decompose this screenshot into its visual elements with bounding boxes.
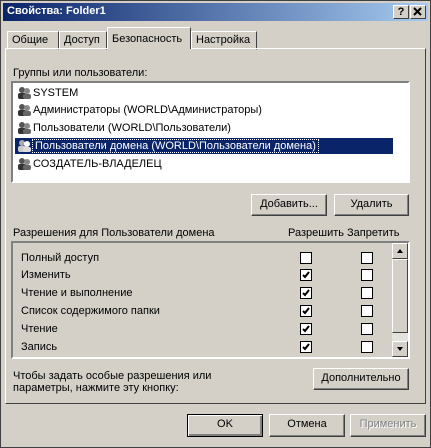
scrollbar[interactable] (392, 243, 408, 357)
deny-checkbox[interactable] (361, 269, 373, 281)
groups-label-text: Группы или пользователи: (13, 67, 148, 79)
scroll-down-button[interactable] (392, 341, 408, 357)
scroll-thumb[interactable] (392, 259, 408, 333)
perm-full-control: Полный доступ (21, 252, 100, 264)
allow-header: Разрешить (288, 227, 344, 239)
tab-sharing-label: Доступ (64, 34, 100, 46)
deny-checkbox[interactable] (361, 305, 373, 317)
deny-checkbox[interactable] (361, 341, 373, 353)
list-item[interactable]: Пользователи (WORLD\Пользователи) (17, 120, 391, 136)
check-icon (302, 307, 310, 315)
groups-label: Группы или пользователи: (13, 67, 147, 79)
arrow-down-icon (397, 347, 403, 351)
group-icon (17, 157, 31, 171)
arrow-up-icon (397, 249, 403, 253)
deny-header: Запретить (347, 227, 400, 239)
user-name: Пользователи домена (WORLD\Пользователи … (32, 139, 319, 153)
group-icon (17, 86, 31, 100)
perm-list-folder: Список содержимого папки (21, 305, 160, 317)
group-icon (17, 121, 31, 135)
deny-checkbox[interactable] (361, 287, 373, 299)
scroll-up-button[interactable] (392, 243, 408, 259)
permissions-list[interactable]: Полный доступ Изменить Чтение и выполнен… (11, 241, 410, 359)
tab-customize-label: Настройка (196, 34, 251, 46)
user-name: Пользователи (WORLD\Пользователи) (33, 122, 231, 134)
remove-button[interactable]: Удалить (334, 194, 409, 216)
deny-checkbox[interactable] (361, 252, 373, 264)
help-button[interactable]: ? (393, 5, 409, 19)
check-icon (302, 289, 310, 297)
close-icon (413, 7, 422, 16)
tab-general-label: Общие (12, 34, 49, 46)
list-item-selected[interactable]: Пользователи домена (WORLD\Пользователи … (15, 138, 393, 154)
group-icon (17, 103, 31, 117)
list-item[interactable]: SYSTEM (17, 85, 391, 101)
user-name: SYSTEM (33, 87, 79, 99)
title-bar[interactable]: Свойства: Folder1 ? (3, 3, 428, 21)
check-icon (302, 343, 310, 351)
perm-write: Запись (21, 341, 58, 353)
deny-checkbox[interactable] (361, 323, 373, 335)
close-button[interactable] (410, 5, 426, 19)
users-list[interactable]: SYSTEM Администраторы (WORLD\Администрат… (11, 81, 410, 183)
advanced-button[interactable]: Дополнительно (313, 368, 409, 390)
perm-read: Чтение (21, 323, 58, 335)
allow-checkbox[interactable] (300, 305, 312, 317)
tab-security-label: Безопасность (112, 33, 183, 45)
special-text-line1: Чтобы задать особые разрешения или (13, 370, 212, 382)
allow-checkbox[interactable] (300, 269, 312, 281)
perm-modify: Изменить (21, 269, 71, 281)
allow-checkbox[interactable] (300, 252, 312, 264)
check-icon (302, 325, 310, 333)
allow-checkbox[interactable] (300, 287, 312, 299)
window-title: Свойства: Folder1 (7, 5, 106, 17)
check-icon (302, 271, 310, 279)
user-name: Администраторы (WORLD\Администраторы) (33, 104, 262, 116)
list-item[interactable]: Администраторы (WORLD\Администраторы) (17, 102, 391, 118)
add-button[interactable]: Добавить... (251, 194, 327, 216)
properties-dialog: Свойства: Folder1 ? Общие Доступ Безопас… (0, 0, 431, 448)
list-item[interactable]: СОЗДАТЕЛЬ-ВЛАДЕЛЕЦ (17, 156, 391, 172)
user-name: СОЗДАТЕЛЬ-ВЛАДЕЛЕЦ (33, 158, 162, 170)
permissions-header: Разрешения для Пользователи домена (13, 227, 215, 239)
allow-checkbox[interactable] (300, 323, 312, 335)
ok-button[interactable]: OK (187, 414, 263, 437)
apply-button[interactable]: Применить (350, 414, 426, 437)
group-icon (17, 139, 31, 153)
special-text-line2: параметры, нажмите эту кнопку: (13, 382, 179, 394)
tab-security[interactable]: Безопасность (107, 27, 191, 49)
cancel-button[interactable]: Отмена (269, 414, 345, 437)
allow-checkbox[interactable] (300, 341, 312, 353)
perm-read-execute: Чтение и выполнение (21, 287, 133, 299)
